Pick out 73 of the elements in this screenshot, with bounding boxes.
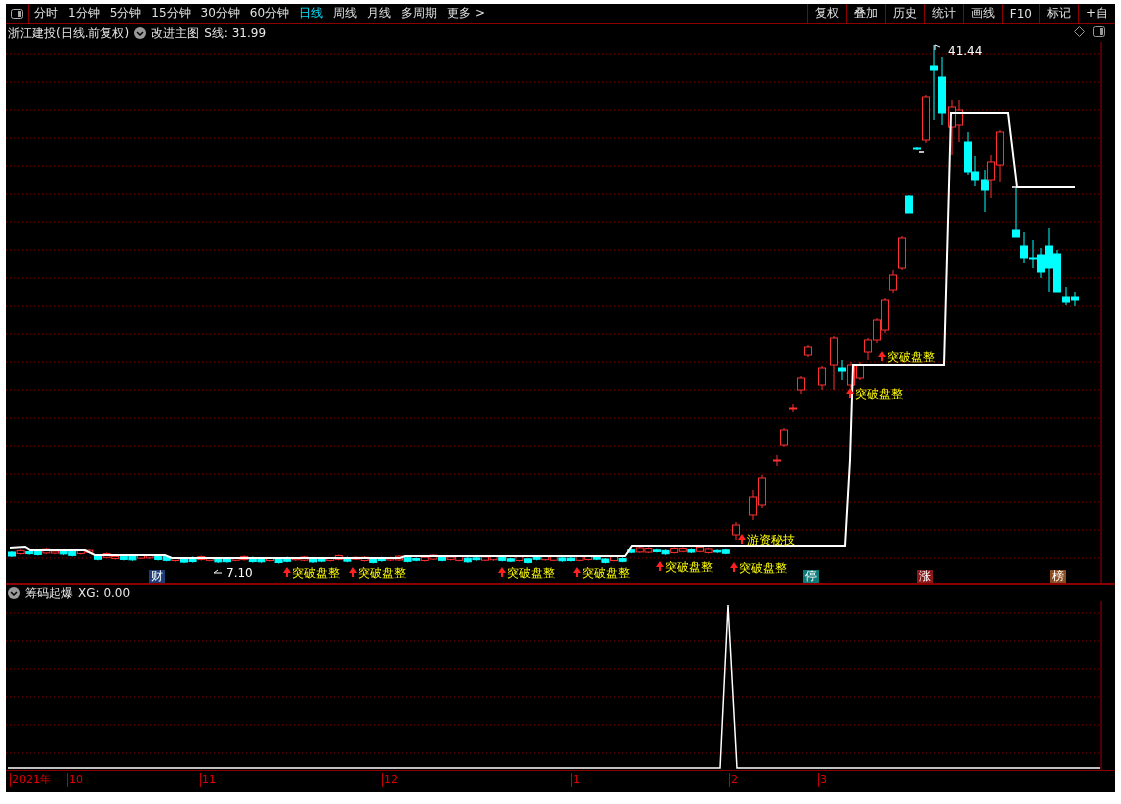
pointer-icon (213, 569, 223, 574)
date-axis-label: 11 (200, 773, 216, 787)
period-tab[interactable]: 1分钟 (63, 4, 105, 23)
period-tab[interactable]: 30分钟 (195, 4, 245, 23)
period-tab[interactable]: 日线 (294, 4, 329, 23)
up-arrow-icon (738, 534, 746, 544)
signal-label: 突破盘整 (507, 566, 555, 580)
candlestick (773, 454, 781, 467)
candlestick (804, 344, 812, 358)
period-tab[interactable]: 更多 > (442, 4, 490, 23)
toolbar-button[interactable]: 统计 (923, 4, 963, 23)
indicator-name: 筹码起爆 (25, 584, 73, 602)
up-arrow-icon (878, 351, 886, 361)
signal-label: 突破盘整 (665, 560, 713, 574)
indicator-reading: S线: 31.99 (204, 24, 266, 42)
toolbar-button[interactable]: F10 (1001, 4, 1039, 23)
candlestick (789, 403, 797, 413)
event-marker[interactable]: 涨 (917, 570, 933, 583)
candlestick (818, 365, 826, 391)
period-tab[interactable]: 5分钟 (104, 4, 147, 23)
period-tab[interactable]: 周线 (328, 4, 363, 23)
stock-title: 浙江建投(日线.前复权) (8, 24, 130, 42)
period-tab[interactable]: 月线 (362, 4, 397, 23)
toolbar-button[interactable]: +自 (1077, 4, 1115, 23)
toolbar-button[interactable]: 复权 (806, 4, 846, 23)
dropdown-icon[interactable] (134, 27, 147, 39)
signal-label: 突破盘整 (855, 387, 903, 401)
low-price-label: 7.10 (226, 566, 253, 580)
signal-label: 突破盘整 (582, 566, 630, 580)
candlestick (732, 521, 740, 541)
date-axis-label: 10 (67, 773, 83, 787)
up-arrow-icon (730, 562, 738, 572)
panel-icon[interactable] (1093, 26, 1105, 37)
date-axis-label: 12 (382, 773, 398, 787)
period-tab[interactable]: 15分钟 (146, 4, 196, 23)
panel-icon (11, 8, 23, 19)
candlestick (797, 375, 805, 395)
date-axis-label: 3 (818, 773, 827, 787)
period-tab[interactable]: 分时 (29, 4, 63, 23)
toolbar-button[interactable]: 历史 (884, 4, 924, 23)
dropdown-icon[interactable] (8, 587, 20, 599)
indicator-reading: XG: 0.00 (78, 586, 131, 600)
candlestick (780, 427, 788, 448)
event-marker[interactable]: 停 (803, 570, 819, 583)
signal-label: 突破盘整 (292, 566, 340, 580)
high-price-label: 41.44 (948, 44, 983, 58)
period-tab[interactable]: 60分钟 (244, 4, 295, 23)
signal-label: 游资秘技 (747, 533, 795, 547)
pointer-icon (934, 44, 941, 51)
period-tab[interactable]: 多周期 (396, 4, 443, 23)
date-axis-label: 2 (729, 773, 738, 787)
signal-label: 突破盘整 (887, 350, 935, 364)
up-arrow-icon (283, 567, 291, 577)
price-level-tick (1011, 186, 1017, 188)
date-axis-label: 1 (571, 773, 580, 787)
event-marker[interactable]: 财 (149, 570, 165, 583)
signal-label: 突破盘整 (739, 561, 787, 575)
up-arrow-icon (573, 567, 581, 577)
toolbar-button[interactable]: 画线 (962, 4, 1002, 23)
candlestick (905, 194, 913, 214)
diamond-icon[interactable] (1074, 26, 1085, 37)
signal-label: 突破盘整 (358, 566, 406, 580)
date-axis-label: 2021年 (10, 773, 51, 787)
up-arrow-icon (349, 567, 357, 577)
formula-name: 改进主图 (151, 24, 200, 42)
up-arrow-icon (656, 561, 664, 571)
price-level-tick (918, 151, 925, 153)
toolbar-button[interactable]: 标记 (1038, 4, 1078, 23)
up-arrow-icon (498, 567, 506, 577)
toolbar-button[interactable]: 叠加 (845, 4, 885, 23)
candlestick (913, 146, 921, 151)
up-arrow-icon (846, 388, 854, 398)
event-marker[interactable]: 榜 (1050, 570, 1066, 583)
